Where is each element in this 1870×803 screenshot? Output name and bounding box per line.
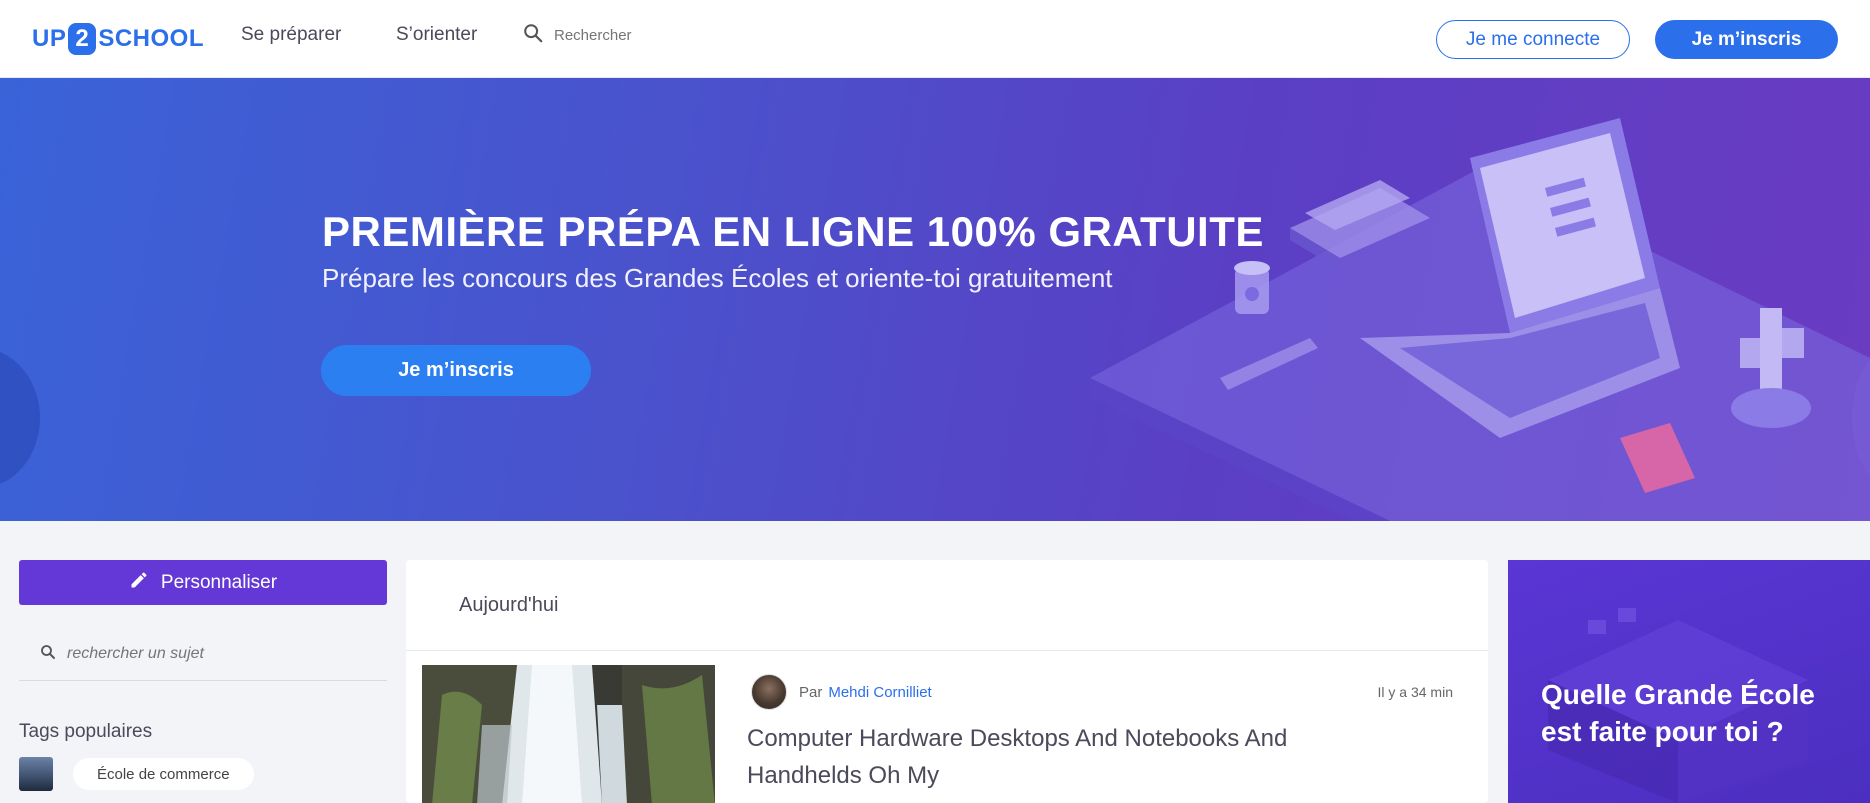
hero-title: PREMIÈRE PRÉPA EN LIGNE 100% GRATUITE [322,208,1264,255]
logo-text-up: UP [32,25,67,52]
tag-pill[interactable]: École de commerce [73,758,254,790]
search-input[interactable] [554,27,754,44]
logo-text-2: 2 [68,23,97,55]
desk-laptop-illustration [1090,118,1870,521]
personalize-label: Personnaliser [160,571,278,593]
personalize-button[interactable]: Personnaliser [19,560,387,605]
pencil-icon [129,570,149,596]
article-title[interactable]: Computer Hardware Desktops And Notebooks… [747,720,1347,794]
search-icon-small [39,643,57,666]
article-meta: Par Mehdi Cornilliet [751,674,932,710]
article-time: Il y a 34 min [1377,684,1453,700]
login-button[interactable]: Je me connecte [1436,20,1630,59]
topic-search-input[interactable] [67,645,367,663]
tag-item[interactable]: École de commerce [19,757,254,791]
promo-card[interactable]: Quelle Grande École est faite pour toi ? [1508,560,1870,803]
hero-decor-circle-left [0,348,40,488]
hero-subtitle: Prépare les concours des Grandes Écoles … [322,263,1113,293]
article-card[interactable]: Par Mehdi Cornilliet Il y a 34 min Compu… [406,560,1488,803]
article-image[interactable] [422,665,715,803]
promo-title: Quelle Grande École est faite pour toi ? [1541,679,1815,747]
search-icon[interactable] [522,22,544,49]
topic-search [19,628,387,681]
author-prefix: Par [799,683,823,701]
signup-button[interactable]: Je m’inscris [1655,20,1838,59]
nav-s-orienter[interactable]: S’orienter [396,24,477,46]
header-search [522,22,754,49]
hero-signup-button[interactable]: Je m’inscris [321,345,591,396]
logo[interactable]: UP 2 SCHOOL [32,22,204,56]
author-avatar[interactable] [751,674,787,710]
hero-banner: PREMIÈRE PRÉPA EN LIGNE 100% GRATUITE Pr… [0,78,1870,521]
nav-se-preparer[interactable]: Se préparer [241,24,341,46]
logo-text-school: SCHOOL [98,25,205,52]
tag-thumbnail [19,757,53,791]
author-link[interactable]: Mehdi Cornilliet [828,684,931,701]
tags-title: Tags populaires [19,721,153,742]
top-header: UP 2 SCHOOL Se préparer S’orienter Je me… [0,0,1870,78]
